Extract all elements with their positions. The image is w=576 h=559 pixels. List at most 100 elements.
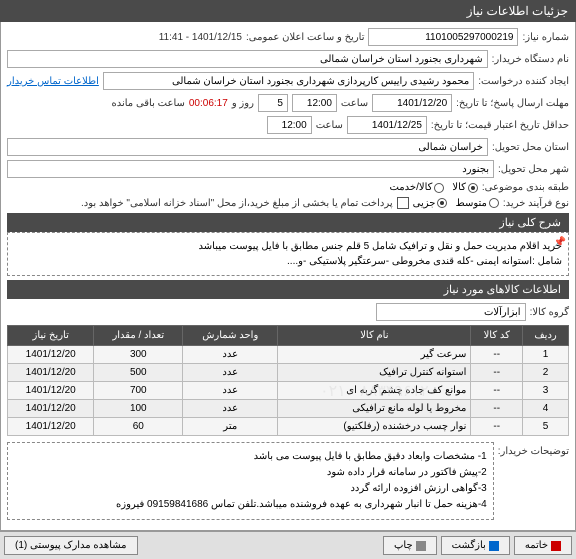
deadline-date-field: 1401/12/20 [372,94,452,112]
col-qty: تعداد / مقدار [94,326,183,346]
desc-line-1: خرید اقلام مدیریت حمل و نقل و ترافیک شام… [14,239,562,254]
days-field: 5 [258,94,288,112]
validity-date-field: 1401/12/25 [347,116,427,134]
table-cell: 1401/12/20 [8,418,94,436]
group-label: گروه کالا: [530,307,569,318]
time-label-1: ساعت [341,98,368,109]
province-field: خراسان شمالی [7,138,488,156]
col-code: کد کالا [471,326,523,346]
back-button[interactable]: بازگشت [441,536,510,555]
table-cell: متر [183,418,278,436]
pin-icon: 📌 [554,235,566,250]
deadline-label: مهلت ارسال پاسخ؛ تا تاریخ: [456,98,569,109]
process-label: نوع فرآیند خرید: [503,198,569,209]
table-cell: نوار چسب درخشنده (رفلکتیو) [278,418,471,436]
table-cell: 100 [94,400,183,418]
province-label: استان محل تحویل: [492,142,569,153]
radio-low[interactable]: جزیی [413,198,448,209]
radio-dot-icon [468,183,478,193]
close-button[interactable]: خاتمه [514,536,572,555]
requester-label: ایجاد کننده درخواست: [478,76,569,87]
note-line-3: 3-گواهی ارزش افزوده ارائه گردد [14,481,487,497]
countdown-timer: 00:06:17 [189,98,228,109]
contact-link[interactable]: اطلاعات تماس خریدار [7,76,99,87]
table-cell: 1401/12/20 [8,382,94,400]
table-row: 1--سرعت گیرعدد3001401/12/20 [8,346,569,364]
notes-box: 1- مشخصات وابعاد دقیق مطابق با فایل پیوس… [7,442,494,520]
table-cell: -- [471,346,523,364]
city-field: بجنورد [7,160,494,178]
need-number-label: شماره نیاز: [522,32,569,43]
radio-service[interactable]: کالا/خدمت [389,182,444,193]
buyer-org-field: شهرداری بجنورد استان خراسان شمالی [7,50,488,68]
table-cell: 5 [523,418,569,436]
goods-header: اطلاعات کالاهای مورد نیاز [7,280,569,299]
desc-line-2: شامل :استوانه ایمنی -کله قندی مخروطی -سر… [14,254,562,269]
table-cell: عدد [183,364,278,382]
table-cell: -- [471,400,523,418]
table-cell: -- [471,364,523,382]
note-line-4: 4-هزینه حمل تا انبار شهرداری به عهده فرو… [14,497,487,513]
deadline-time-field: 12:00 [292,94,337,112]
table-cell: 700 [94,382,183,400]
attachments-button[interactable]: مشاهده مدارک پیوستی (1) [4,536,138,555]
close-icon [551,541,561,551]
table-cell: مخروط یا لوله مانع ترافیکی [278,400,471,418]
table-cell: 3 [523,382,569,400]
treasury-checkbox[interactable] [397,197,409,209]
window-title: جزئیات اطلاعات نیاز [467,4,568,18]
table-cell: عدد [183,400,278,418]
footer-toolbar: خاتمه بازگشت چاپ مشاهده مدارک پیوستی (1) [0,531,576,559]
subject-class-label: طبقه بندی موضوعی: [482,182,569,193]
radio-dot-icon [437,198,447,208]
days-label: روز و [232,98,254,109]
radio-mid[interactable]: متوسط [455,198,498,209]
group-field: ابزارآلات [376,303,526,321]
table-cell: 60 [94,418,183,436]
form-content: شماره نیاز: 1101005297000219 تاریخ و ساع… [0,22,576,531]
table-cell: 300 [94,346,183,364]
print-button[interactable]: چاپ [383,536,437,555]
city-label: شهر محل تحویل: [498,164,569,175]
buyer-org-label: نام دستگاه خریدار: [492,54,569,65]
col-unit: واحد شمارش [183,326,278,346]
table-cell: سرعت گیر [278,346,471,364]
note-line-1: 1- مشخصات وابعاد دقیق مطابق با فایل پیوس… [14,449,487,465]
table-cell: -- [471,382,523,400]
col-row: ردیف [523,326,569,346]
radio-dot-icon [434,183,444,193]
table-header-row: ردیف کد کالا نام کالا واحد شمارش تعداد /… [8,326,569,346]
announce-value: 1401/12/15 - 11:41 [159,32,242,43]
table-row: 2--استوانه کنترل ترافیکعدد5001401/12/20 [8,364,569,382]
table-cell: 500 [94,364,183,382]
table-cell: 1 [523,346,569,364]
table-cell: استوانه کنترل ترافیک [278,364,471,382]
radio-kala[interactable]: کالا [452,182,478,193]
col-name: نام کالا [278,326,471,346]
subject-radio-group: کالا کالا/خدمت [389,182,477,193]
table-cell: موانع کف جاده چشم گربه ای۸۸۳۴۹۶۱۲ - ۰۲۱ [278,382,471,400]
table-cell: 1401/12/20 [8,346,94,364]
col-date: تاریخ نیاز [8,326,94,346]
validity-time-field: 12:00 [267,116,312,134]
validity-label: حداقل تاریخ اعتبار قیمت؛ تا تاریخ: [431,120,569,131]
table-row: 4--مخروط یا لوله مانع ترافیکیعدد1001401/… [8,400,569,418]
goods-table: ردیف کد کالا نام کالا واحد شمارش تعداد /… [7,325,569,436]
table-cell: -- [471,418,523,436]
table-cell: 2 [523,364,569,382]
table-cell: عدد [183,382,278,400]
time-label-2: ساعت [316,120,343,131]
table-row: 3--موانع کف جاده چشم گربه ای۸۸۳۴۹۶۱۲ - ۰… [8,382,569,400]
desc-header: شرح کلی نیاز [7,213,569,232]
table-cell: 1401/12/20 [8,364,94,382]
table-cell: عدد [183,346,278,364]
note-line-2: 2-پیش فاکتور در سامانه قرار داده شود [14,465,487,481]
remaining-label: ساعت باقی مانده [111,98,184,109]
window-title-bar: جزئیات اطلاعات نیاز [0,0,576,22]
print-icon [416,541,426,551]
desc-box: 📌 خرید اقلام مدیریت حمل و نقل و ترافیک ش… [7,232,569,276]
table-row: 5--نوار چسب درخشنده (رفلکتیو)متر601401/1… [8,418,569,436]
table-cell: 4 [523,400,569,418]
back-icon [489,541,499,551]
announce-label: تاریخ و ساعت اعلان عمومی: [246,32,365,43]
